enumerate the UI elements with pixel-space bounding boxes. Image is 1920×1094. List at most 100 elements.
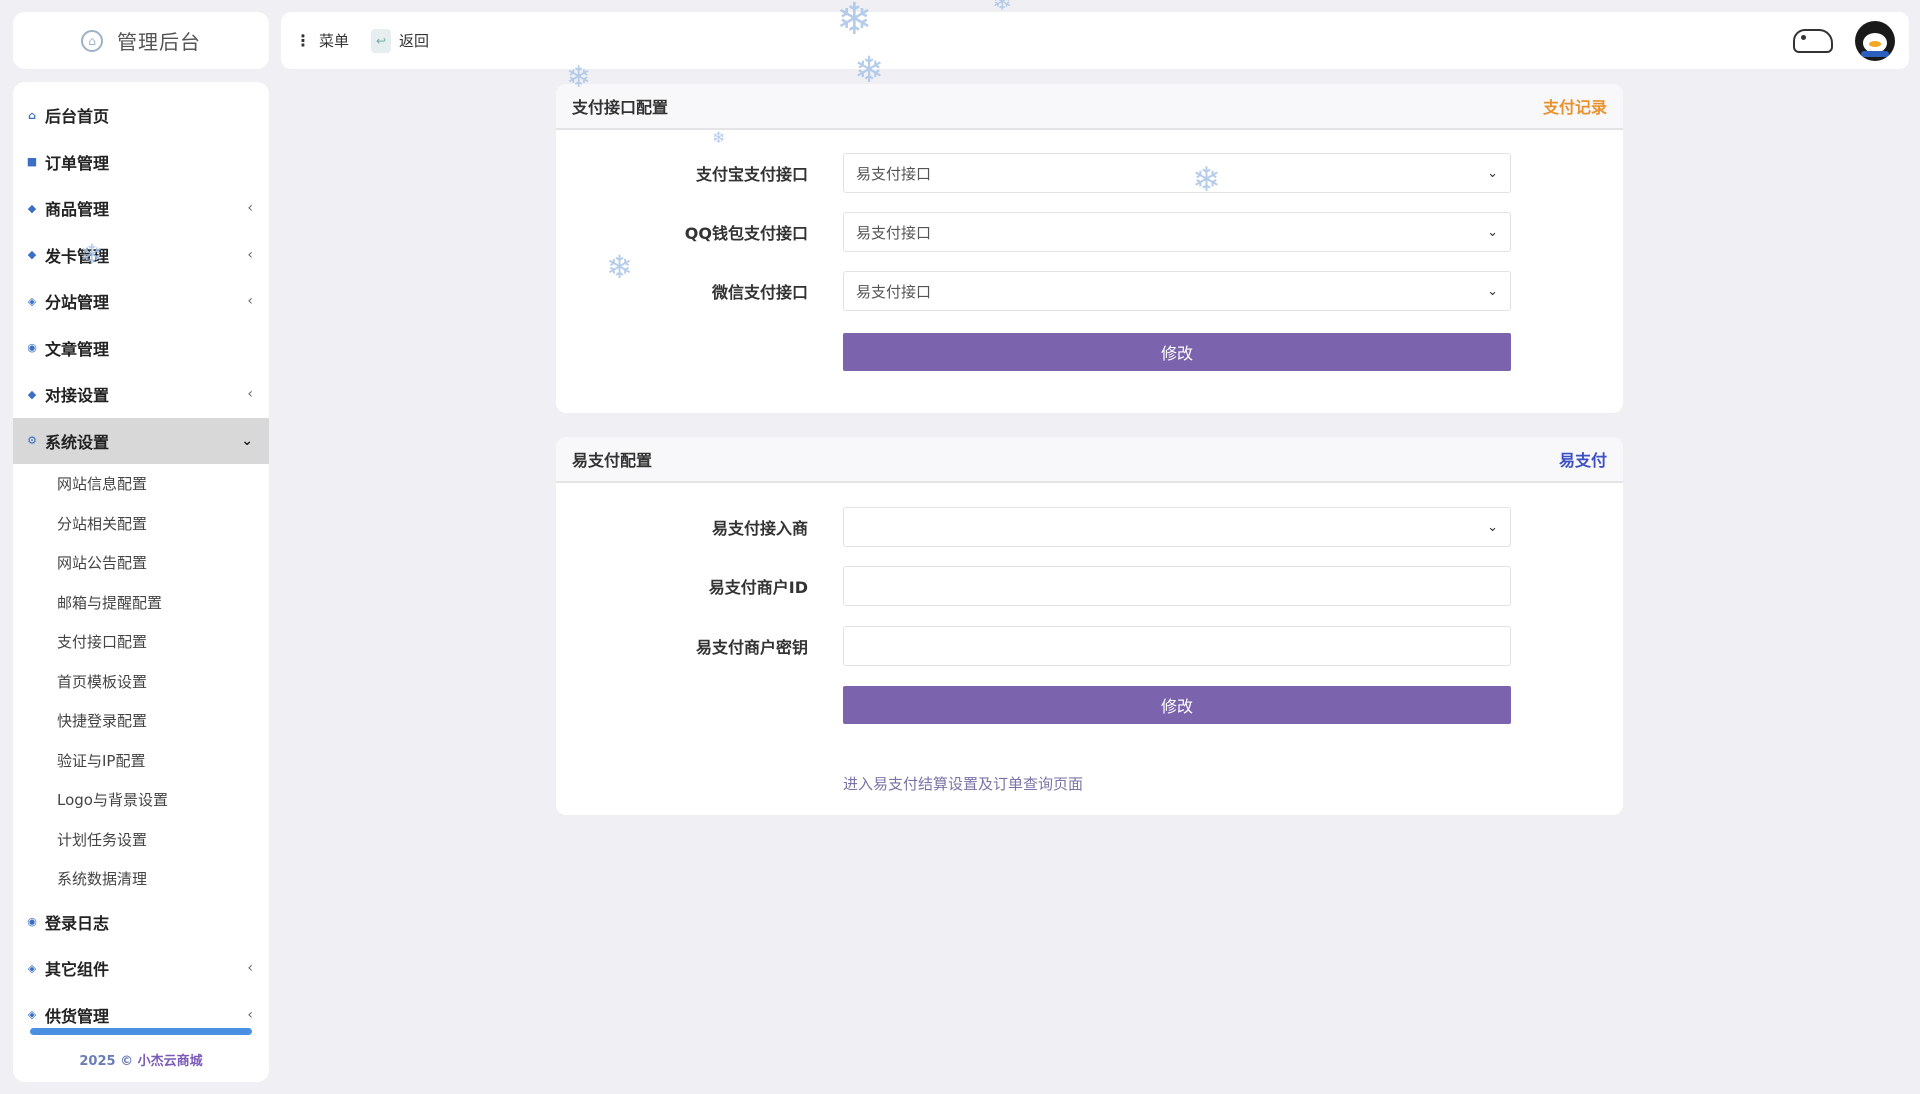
sidebar-scrollbar[interactable] [30,1028,252,1035]
epay-settlement-link[interactable]: 进入易支付结算设置及订单查询页面 [843,773,1083,794]
payment-records-link[interactable]: 支付记录 [1543,94,1607,118]
avatar-scarf [1861,50,1889,57]
submenu-item[interactable]: 分站相关配置 [13,504,269,544]
chevron-down-icon: ⌄ [241,432,253,449]
link-icon: ◆ [27,387,37,401]
epay-provider-row: 易支付接入商 ⌄ [556,507,1623,547]
sidebar-item-article[interactable]: ◉ 文章管理 [13,325,269,372]
components-icon: ◈ [27,961,37,975]
qqwallet-select-value: 易支付接口 [856,223,932,242]
epay-config-title: 易支付配置 [572,451,653,470]
sidebar-item-products[interactable]: ◆ 商品管理 ‹ [13,185,269,232]
epay-submit-button[interactable]: 修改 [843,686,1511,724]
alipay-label: 支付宝支付接口 [695,165,808,184]
payment-submit-button[interactable]: 修改 [843,333,1511,371]
epay-merchant-key-input[interactable] [843,626,1511,666]
brand-name: 管理后台 [117,30,201,54]
sidebar-item-label: 发卡管理 [45,246,110,266]
submenu-item[interactable]: 验证与IP配置 [13,741,269,781]
menu-dots-icon: ⋮ [295,30,311,50]
chevron-left-icon: ‹ [247,1006,253,1023]
sidebar-nav: ⌂ 后台首页 ■ 订单管理 ◆ 商品管理 ‹ ◆ 发卡管理 ‹ ◈ 分站管理 ‹ ◉ 文章管理 ◆ 对接设置 ‹ ⚙… [13,82,269,1038]
card-icon: ◆ [27,248,37,262]
sidebar-item-folder[interactable]: ■ 订单管理 [13,139,269,186]
submenu-item[interactable]: 系统数据清理 [13,859,269,899]
settings-icon: ⚙ [27,434,37,448]
wechat-select[interactable]: 易支付接口 ⌄ [843,271,1511,311]
system-settings-submenu: 网站信息配置 分站相关配置 网站公告配置 邮箱与提醒配置 支付接口配置 首页模板设置 快捷登… [13,464,269,899]
epay-merchant-id-row: 易支付商户ID [556,566,1623,606]
sidebar-item-components[interactable]: ◈ 其它组件 ‹ [13,945,269,992]
layers-icon: ◈ [27,294,37,308]
products-icon: ◆ [27,201,37,215]
sidebar-item-settings[interactable]: ⚙ 系统设置 ⌄ [13,417,269,464]
avatar[interactable] [1855,20,1895,61]
chevron-down-icon: ⌄ [1487,165,1498,181]
wechat-select-value: 易支付接口 [856,282,932,301]
epay-config-card: 易支付配置 易支付 易支付接入商 ⌄ 易支付商户ID 易支付商户密钥 修改 进入… [556,437,1623,815]
submenu-item[interactable]: 邮箱与提醒配置 [13,583,269,623]
back-icon: ↩ [371,28,392,53]
copyright-year: 2025 © [79,1054,134,1069]
submenu-item[interactable]: 支付接口配置 [13,622,269,662]
log-icon: ◉ [27,915,37,929]
sidebar-item-label: 商品管理 [45,200,110,220]
epay-merchant-id-input[interactable] [843,566,1511,606]
chevron-left-icon: ‹ [247,200,253,217]
submenu-item[interactable]: 首页模板设置 [13,662,269,702]
chevron-down-icon: ⌄ [1487,283,1498,299]
sidebar-item-label: 后台首页 [45,107,110,127]
chevron-down-icon: ⌄ [1487,224,1498,240]
payment-config-card: 支付接口配置 支付记录 支付宝支付接口 易支付接口 ⌄ QQ钱包支付接口 易支付… [556,84,1623,413]
sidebar: ⌂ 后台首页 ■ 订单管理 ◆ 商品管理 ‹ ◆ 发卡管理 ‹ ◈ 分站管理 ‹ ◉ 文章管理 ◆ 对接设置 ‹ ⚙… [13,82,269,1082]
sidebar-item-home[interactable]: ⌂ 后台首页 [13,92,269,139]
avatar-beak [1869,40,1881,47]
sidebar-item-log[interactable]: ◉ 登录日志 [13,899,269,946]
sidebar-item-label: 登录日志 [45,913,110,933]
epay-provider-select[interactable]: ⌄ [843,507,1511,547]
brand-header: ⌂ 管理后台 [13,12,269,69]
back-button[interactable]: ↩ 返回 [371,28,430,53]
submenu-item[interactable]: 网站信息配置 [13,464,269,504]
menu-label: 菜单 [319,32,350,50]
home-icon: ⌂ [28,108,36,122]
epay-provider-label: 易支付接入商 [711,519,808,538]
copyright-brand-link[interactable]: 小杰云商城 [138,1054,203,1069]
back-label: 返回 [399,32,430,50]
admin-logo-icon: ⌂ [81,29,103,52]
supply-icon: ◈ [27,1008,37,1022]
wechat-row: 微信支付接口 易支付接口 ⌄ [556,271,1623,311]
sidebar-item-label: 系统设置 [45,432,110,452]
sidebar-item-label: 其它组件 [45,960,110,980]
top-bar: ⋮ 菜单 ↩ 返回 [281,12,1909,69]
qqwallet-label: QQ钱包支付接口 [684,224,808,243]
bear-icon[interactable] [1793,28,1833,53]
qqwallet-select[interactable]: 易支付接口 ⌄ [843,212,1511,252]
copyright: 2025 © 小杰云商城 [13,1050,269,1069]
chevron-down-icon: ⌄ [1487,519,1498,535]
wechat-label: 微信支付接口 [711,283,808,302]
chevron-left-icon: ‹ [247,386,253,403]
sidebar-item-link[interactable]: ◆ 对接设置 ‹ [13,371,269,418]
chevron-left-icon: ‹ [247,293,253,310]
payment-config-title: 支付接口配置 [572,98,669,117]
sidebar-item-label: 对接设置 [45,386,110,406]
chevron-left-icon: ‹ [247,960,253,977]
submenu-item[interactable]: 计划任务设置 [13,820,269,860]
alipay-row: 支付宝支付接口 易支付接口 ⌄ [556,153,1623,193]
epay-merchant-id-label: 易支付商户ID [708,578,808,597]
submenu-item[interactable]: 快捷登录配置 [13,701,269,741]
submenu-item[interactable]: 网站公告配置 [13,543,269,583]
sidebar-item-layers[interactable]: ◈ 分站管理 ‹ [13,278,269,325]
epay-merchant-key-row: 易支付商户密钥 [556,626,1623,666]
payment-config-header: 支付接口配置 支付记录 [556,84,1623,130]
submenu-item[interactable]: Logo与背景设置 [13,780,269,820]
chevron-left-icon: ‹ [247,246,253,263]
sidebar-item-label: 订单管理 [45,153,110,173]
epay-link[interactable]: 易支付 [1559,447,1607,471]
sidebar-item-card[interactable]: ◆ 发卡管理 ‹ [13,232,269,279]
menu-button[interactable]: ⋮ 菜单 [295,30,349,51]
epay-merchant-key-label: 易支付商户密钥 [695,638,808,657]
alipay-select[interactable]: 易支付接口 ⌄ [843,153,1511,193]
folder-icon: ■ [26,155,38,169]
